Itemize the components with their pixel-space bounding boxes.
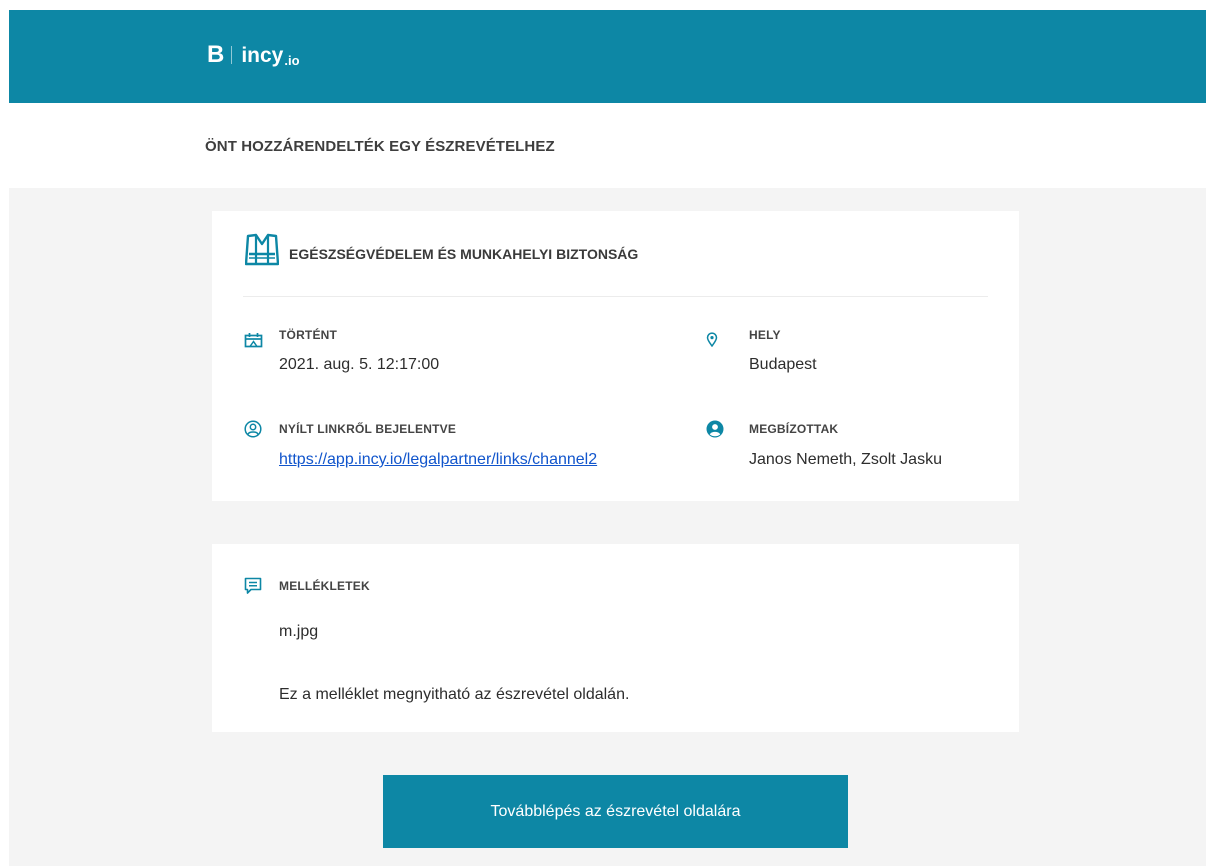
user-filled-icon (706, 420, 724, 443)
reported-via-label: NYÍLT LINKRŐL BEJELENTVE (279, 422, 457, 436)
report-details-card: EGÉSZSÉGVÉDELEM ÉS MUNKAHELYI BIZTONSÁG … (212, 211, 1019, 501)
logo-mark: B (207, 41, 224, 68)
attachment-note: Ez a melléklet megnyitható az észrevétel… (279, 686, 630, 703)
logo-suffix: .io (284, 53, 300, 68)
location-label: HELY (749, 328, 781, 342)
attachments-card: MELLÉKLETEK m.jpg Ez a melléklet megnyit… (212, 544, 1019, 732)
attachments-label: MELLÉKLETEK (279, 579, 370, 593)
location-value: Budapest (749, 356, 817, 373)
safety-vest-icon (244, 231, 280, 272)
content-area: EGÉSZSÉGVÉDELEM ÉS MUNKAHELYI BIZTONSÁG … (9, 188, 1206, 866)
open-report-button[interactable]: Továbblépés az észrevétel oldalára (383, 775, 848, 848)
logo-separator (231, 46, 233, 64)
email-container: B incy .io ÖNT HOZZÁRENDELTÉK EGY ÉSZREV… (9, 10, 1206, 866)
assignees-value: Janos Nemeth, Zsolt Jasku (749, 451, 942, 468)
divider (243, 296, 988, 297)
logo-name: incy (241, 43, 284, 67)
message-icon (244, 577, 262, 600)
brand-logo: B incy .io (207, 38, 300, 72)
notice-title: ÖNT HOZZÁRENDELTÉK EGY ÉSZREVÉTELHEZ (205, 138, 555, 155)
email-header: B incy .io (9, 10, 1206, 103)
occurred-label: TÖRTÉNT (279, 328, 338, 342)
attachment-file-name: m.jpg (279, 623, 319, 640)
category-title: EGÉSZSÉGVÉDELEM ÉS MUNKAHELYI BIZTONSÁG (289, 246, 639, 262)
reported-via-link[interactable]: https://app.incy.io/legalpartner/links/c… (279, 451, 597, 469)
location-pin-icon (706, 332, 718, 352)
user-outline-icon (244, 420, 262, 443)
calendar-icon (244, 332, 263, 353)
assignees-label: MEGBÍZOTTAK (749, 422, 839, 436)
occurred-value: 2021. aug. 5. 12:17:00 (279, 356, 440, 373)
